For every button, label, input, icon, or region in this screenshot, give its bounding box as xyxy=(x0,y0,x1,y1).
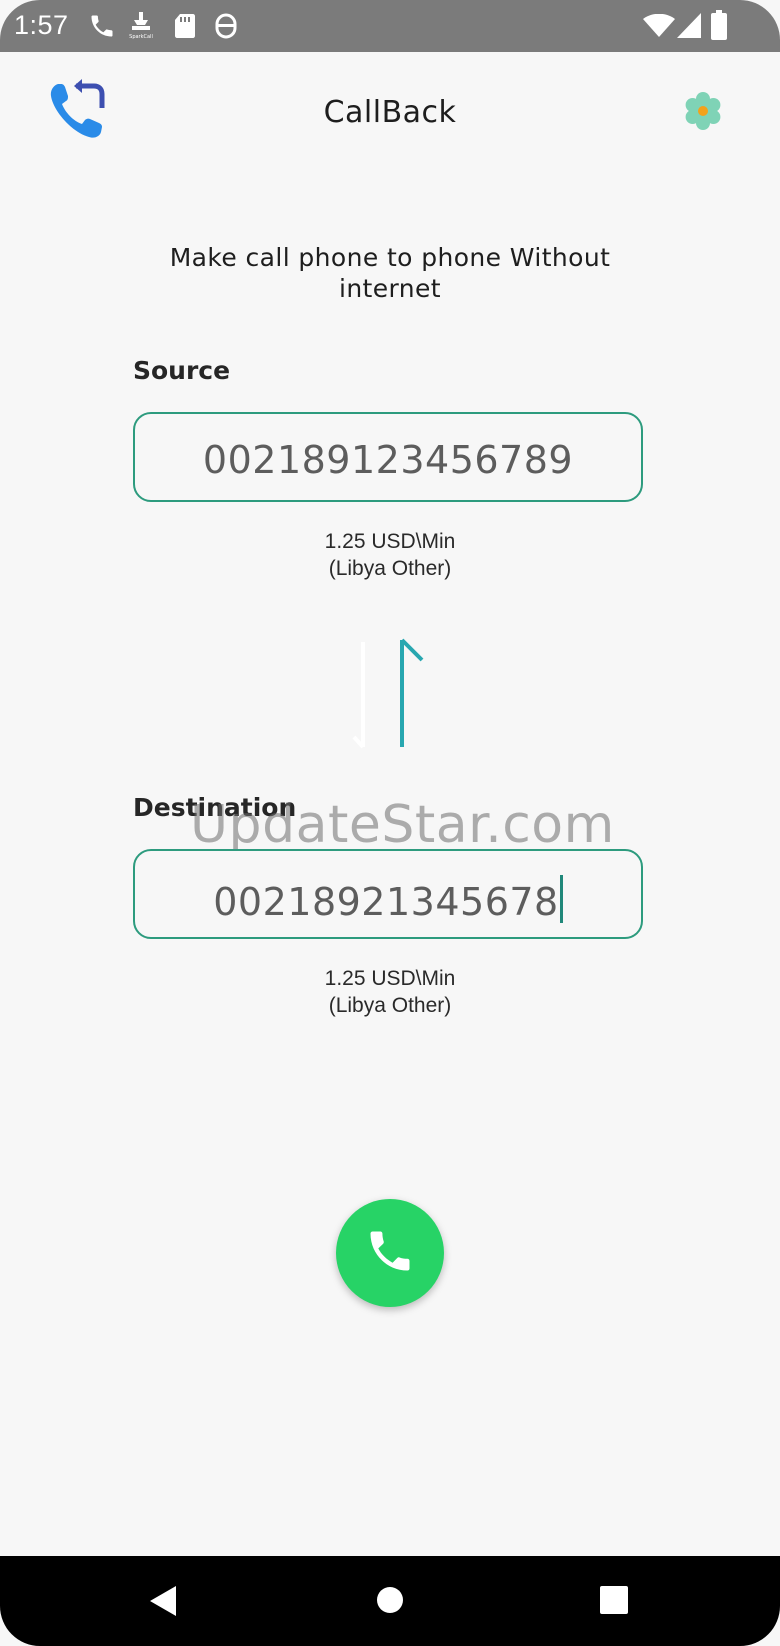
signal-icon xyxy=(677,13,701,42)
swap-arrows-icon[interactable] xyxy=(350,632,430,756)
watermark: UpdateStar.com xyxy=(190,795,615,855)
settings-flower-icon[interactable] xyxy=(683,91,723,135)
sd-card-icon xyxy=(174,13,196,43)
svg-text:SparkCall: SparkCall xyxy=(129,34,153,40)
tagline: Make call phone to phone Without interne… xyxy=(169,243,611,303)
notification-icon xyxy=(214,12,238,44)
destination-phone-input[interactable]: 00218921345678 xyxy=(133,849,643,939)
source-phone-value: 002189123456789 xyxy=(202,438,574,482)
source-phone-input[interactable]: 002189123456789 xyxy=(133,412,643,502)
destination-phone-value: 00218921345678 xyxy=(213,880,559,924)
back-icon[interactable] xyxy=(148,1584,178,1622)
navigation-bar xyxy=(0,1556,780,1646)
wifi-icon xyxy=(643,13,675,42)
source-rate-country: (Libya Other) xyxy=(328,557,452,580)
app-title: CallBack xyxy=(323,95,457,130)
status-bar: 1:57 SparkCall xyxy=(0,0,780,52)
sparkcall-icon: SparkCall xyxy=(126,10,156,44)
destination-rate: 1.25 USD\Min (Libya Other) xyxy=(0,965,780,1019)
call-button[interactable] xyxy=(336,1199,444,1307)
text-caret xyxy=(559,875,563,923)
battery-icon xyxy=(711,10,727,44)
destination-rate-price: 1.25 USD\Min xyxy=(324,967,456,990)
recents-icon[interactable] xyxy=(600,1586,628,1618)
home-icon[interactable] xyxy=(376,1586,404,1618)
source-rate-price: 1.25 USD\Min xyxy=(324,530,456,553)
destination-phone-value-wrap: 00218921345678 xyxy=(135,875,641,924)
phone-handset-icon xyxy=(364,1225,416,1281)
app-bar: CallBack xyxy=(0,52,780,172)
source-label: Source xyxy=(133,356,231,385)
source-rate: 1.25 USD\Min (Libya Other) xyxy=(0,528,780,582)
phone-icon xyxy=(88,12,116,44)
status-time: 1:57 xyxy=(14,10,69,40)
destination-rate-country: (Libya Other) xyxy=(328,994,452,1017)
